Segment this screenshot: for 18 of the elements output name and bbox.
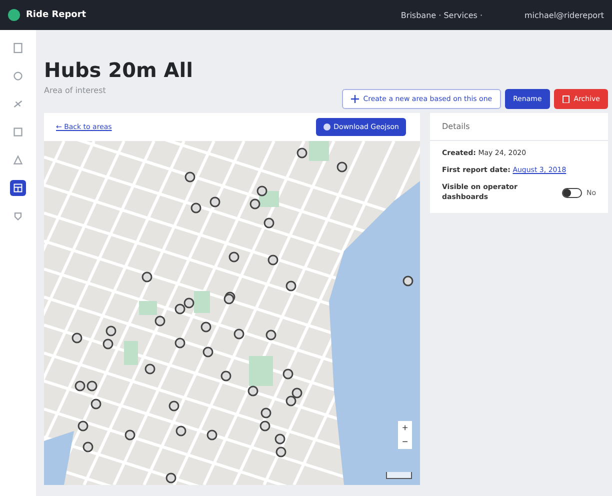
shield-icon [12, 210, 24, 222]
document-icon [12, 42, 24, 54]
layout-icon [12, 182, 24, 194]
user-menu[interactable]: michael@ridereport [524, 10, 604, 20]
square-icon [12, 126, 24, 138]
page-title: Hubs 20m All [44, 58, 194, 82]
plus-icon [351, 95, 360, 103]
region-menu[interactable]: Brisbane · Services · [400, 10, 483, 20]
circle-icon [12, 70, 24, 82]
cross-icon [12, 98, 24, 110]
page-subtitle: Area of interest [44, 86, 107, 95]
scale-bar [386, 472, 412, 479]
details-title: Details [430, 113, 608, 141]
triangle-icon [12, 154, 24, 166]
visible-toggle[interactable] [562, 188, 582, 198]
logo-icon [8, 9, 20, 21]
brand-name: Ride Report [26, 10, 86, 20]
sidebar-item[interactable] [10, 180, 26, 196]
